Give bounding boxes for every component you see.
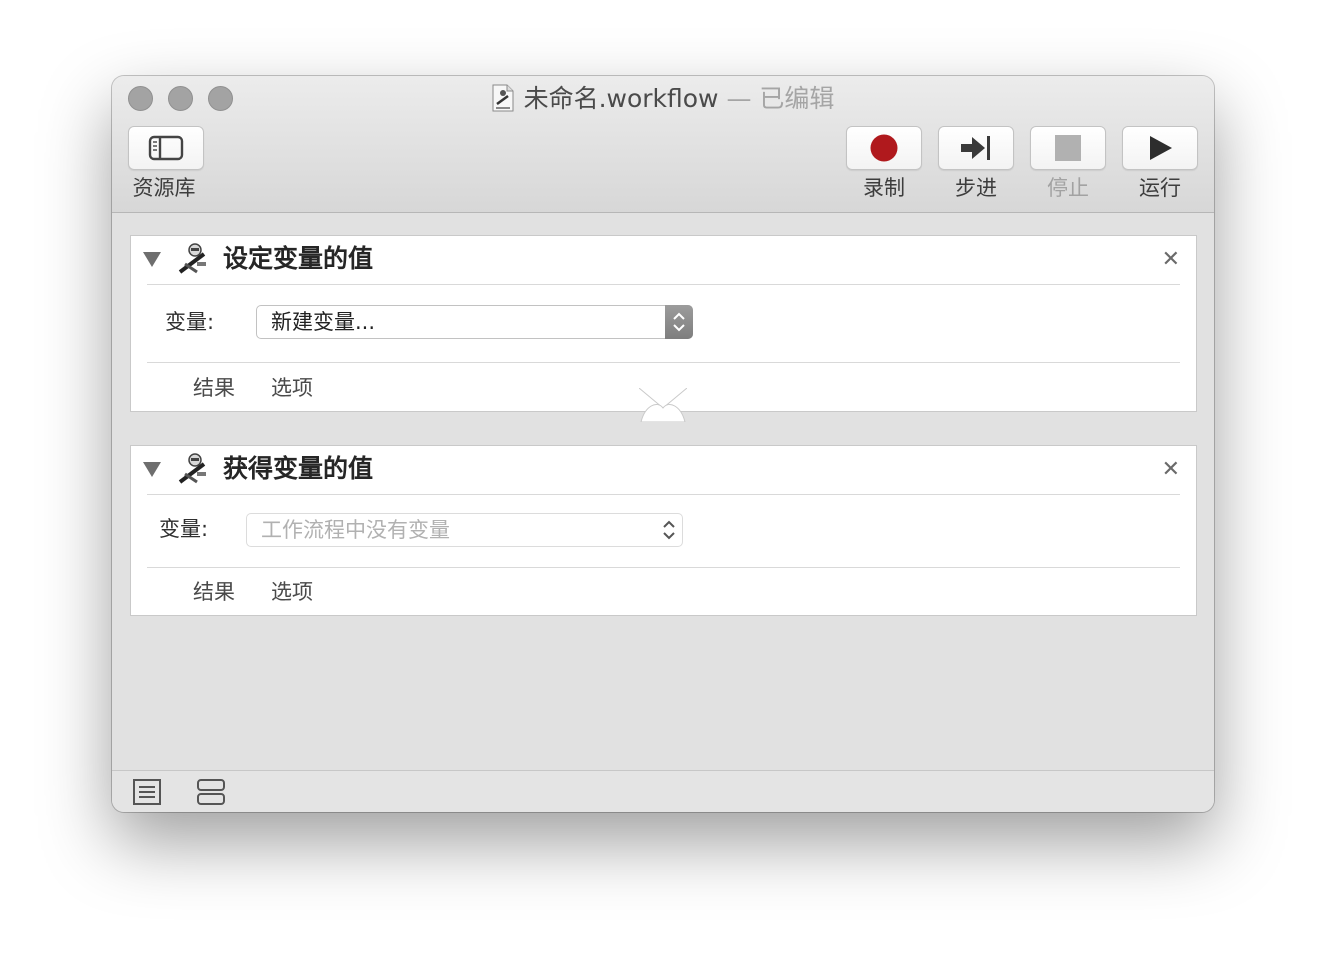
action-header: 设定变量的值 ✕	[131, 236, 1196, 284]
variable-label: 变量:	[159, 517, 209, 541]
action-set-variable: 设定变量的值 ✕ 变量: 新建变量... 结果 选项	[130, 235, 1197, 412]
run-label: 运行	[1139, 176, 1181, 200]
stop-button[interactable]	[1030, 126, 1106, 170]
results-toggle[interactable]: 结果	[193, 375, 235, 401]
workflow-area: 设定变量的值 ✕ 变量: 新建变量... 结果 选项 获得变量的值 ✕ 变量: …	[112, 213, 1214, 770]
window-title-separator: —	[718, 84, 760, 113]
divider	[147, 284, 1180, 285]
results-toggle[interactable]: 结果	[193, 579, 235, 605]
stop-icon	[1055, 135, 1081, 161]
run-button[interactable]	[1122, 126, 1198, 170]
titlebar: 未命名.workflow — 已编辑 资源库 录制 步进 停止 运行	[112, 76, 1214, 213]
variable-popup-placeholder: 工作流程中没有变量	[261, 518, 450, 542]
play-icon	[1150, 136, 1172, 160]
variable-popup[interactable]: 新建变量...	[256, 305, 693, 339]
window-title-edited: 已编辑	[759, 84, 835, 113]
automator-robot-icon	[178, 453, 206, 484]
variable-popup[interactable]: 工作流程中没有变量	[246, 513, 683, 547]
action-title: 设定变量的值	[223, 244, 374, 273]
options-toggle[interactable]: 选项	[271, 579, 313, 605]
popup-stepper-icon	[665, 305, 693, 339]
variable-popup-value: 新建变量...	[271, 310, 376, 334]
record-icon	[870, 134, 898, 162]
sidebar-icon	[148, 135, 184, 161]
automator-window: 未命名.workflow — 已编辑 资源库 录制 步进 停止 运行 设定变量的…	[112, 76, 1214, 812]
window-title: 未命名.workflow — 已编辑	[112, 83, 1214, 115]
library-button[interactable]	[128, 126, 204, 170]
divider	[147, 567, 1180, 568]
action-get-variable: 获得变量的值 ✕ 变量: 工作流程中没有变量 结果 选项	[130, 445, 1197, 616]
workflow-view-icon[interactable]	[196, 778, 226, 806]
disclosure-triangle-icon[interactable]	[143, 252, 161, 267]
action-header: 获得变量的值 ✕	[131, 446, 1196, 494]
action-title: 获得变量的值	[223, 454, 374, 483]
step-forward-icon	[961, 136, 990, 160]
workflow-document-icon	[492, 84, 514, 112]
remove-action-icon[interactable]: ✕	[1162, 248, 1180, 272]
list-view-icon[interactable]	[132, 778, 162, 806]
divider	[147, 362, 1180, 363]
remove-action-icon[interactable]: ✕	[1162, 458, 1180, 482]
action-connector	[639, 388, 687, 422]
record-button[interactable]	[846, 126, 922, 170]
step-label: 步进	[955, 176, 997, 200]
step-button[interactable]	[938, 126, 1014, 170]
window-title-filename: 未命名.workflow	[523, 84, 719, 113]
automator-robot-icon	[178, 243, 206, 274]
disclosure-triangle-icon[interactable]	[143, 462, 161, 477]
popup-stepper-icon	[655, 513, 683, 547]
stop-label: 停止	[1047, 176, 1089, 200]
library-label: 资源库	[132, 176, 196, 200]
divider	[147, 494, 1180, 495]
variable-label: 变量:	[165, 310, 215, 334]
record-label: 录制	[863, 176, 905, 200]
options-toggle[interactable]: 选项	[271, 375, 313, 401]
bottom-bar	[112, 770, 1214, 812]
